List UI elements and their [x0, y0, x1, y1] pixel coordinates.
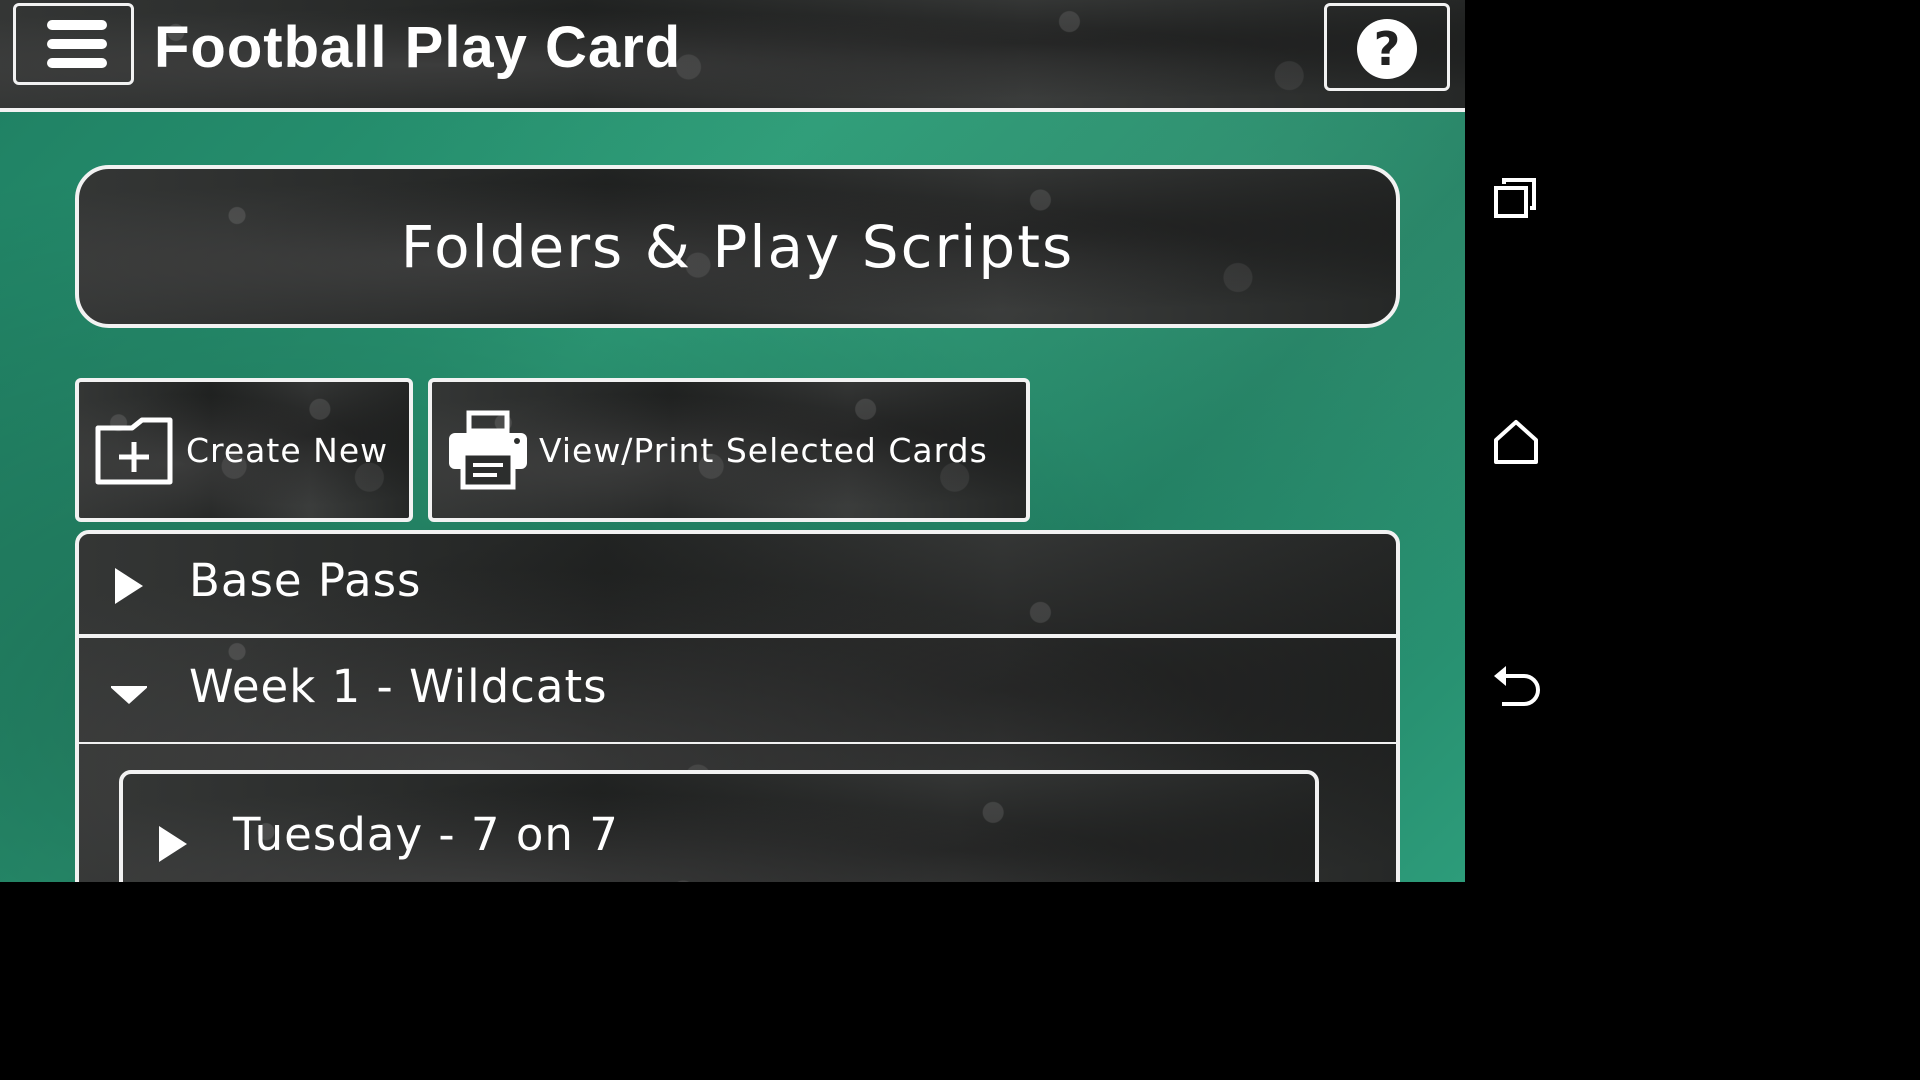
expand-right-arrow-icon — [159, 826, 187, 862]
help-question-icon: ? — [1357, 19, 1417, 79]
home-icon[interactable] — [1490, 416, 1542, 468]
folder-list: Base Pass Week 1 - Wildcats Tuesday - 7 … — [75, 530, 1400, 882]
view-print-label: View/Print Selected Cards — [539, 430, 988, 470]
recent-apps-icon[interactable] — [1490, 172, 1542, 224]
new-folder-icon — [95, 417, 173, 485]
collapse-down-arrow-icon — [111, 686, 147, 704]
top-app-bar: Football Play Card ? — [0, 0, 1465, 112]
help-button[interactable]: ? — [1324, 3, 1450, 91]
view-print-selected-button[interactable]: View/Print Selected Cards — [428, 378, 1030, 522]
back-icon[interactable] — [1490, 660, 1542, 712]
folder-row-week-1-wildcats[interactable]: Week 1 - Wildcats — [79, 638, 1396, 744]
app-title: Football Play Card — [154, 15, 682, 80]
script-label: Tuesday - 7 on 7 — [233, 808, 619, 861]
script-row-tuesday-7-on-7[interactable]: Tuesday - 7 on 7 — [119, 770, 1319, 882]
section-header: Folders & Play Scripts — [75, 165, 1400, 328]
create-new-button[interactable]: Create New — [75, 378, 413, 522]
create-new-label: Create New — [186, 430, 389, 470]
menu-button[interactable] — [13, 3, 134, 85]
folder-row-base-pass[interactable]: Base Pass — [79, 534, 1396, 638]
system-navigation-bar — [1465, 0, 1568, 882]
section-title: Folders & Play Scripts — [400, 212, 1075, 281]
expand-right-arrow-icon — [115, 568, 143, 604]
folder-label: Week 1 - Wildcats — [189, 660, 608, 713]
folder-label: Base Pass — [189, 554, 422, 607]
printer-icon — [449, 410, 527, 490]
app-window: Football Play Card ? Folders & Play Scri… — [0, 0, 1465, 882]
